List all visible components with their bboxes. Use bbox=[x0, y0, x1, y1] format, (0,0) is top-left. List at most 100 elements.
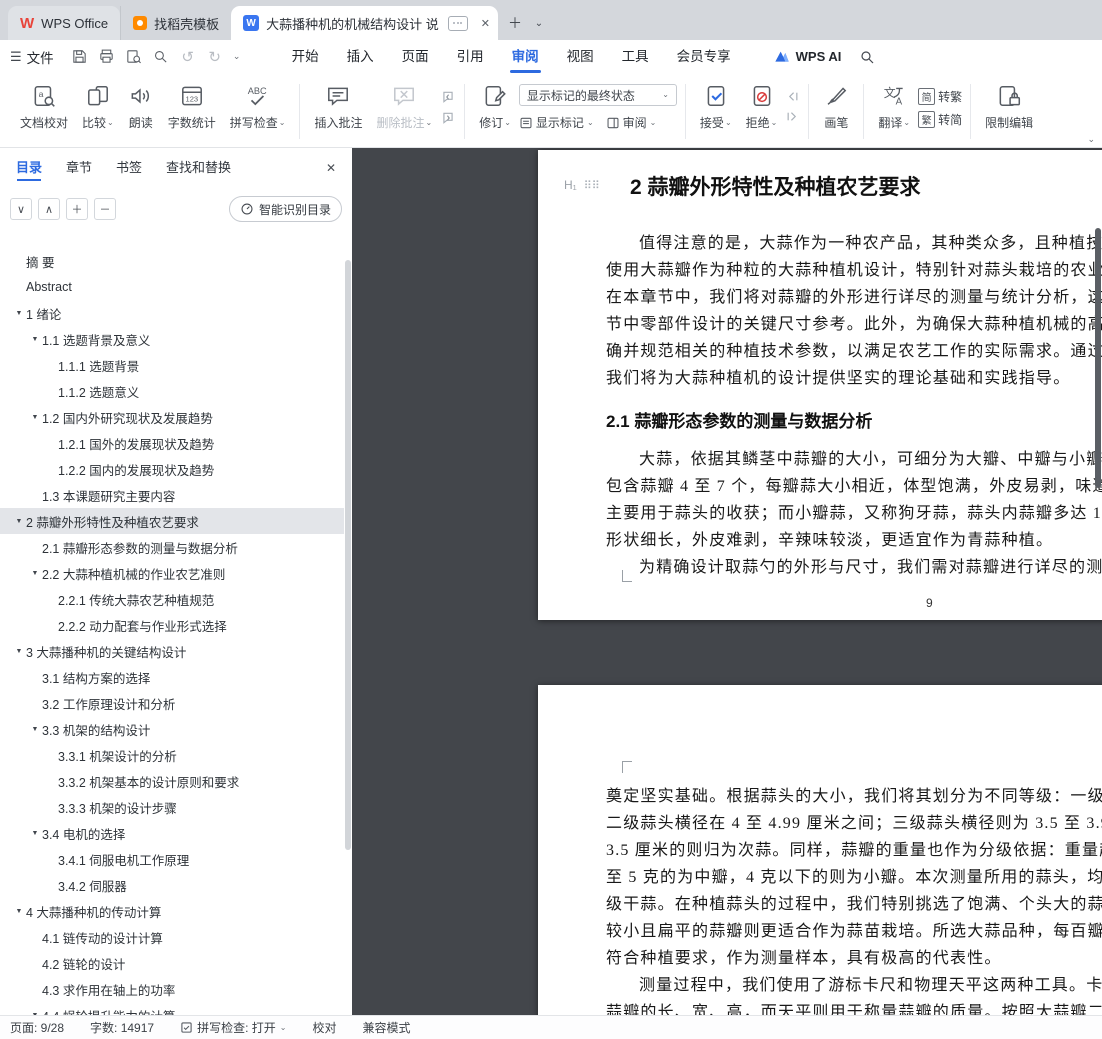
toc-item[interactable]: 3.2 工作原理设计和分析 bbox=[0, 690, 344, 716]
collapse-all-button[interactable]: ∨ bbox=[10, 198, 32, 220]
expand-triangle-icon[interactable]: ▼ bbox=[12, 310, 26, 317]
restrict-edit-button[interactable]: 限制编辑 bbox=[979, 78, 1039, 133]
spell-check-button[interactable]: ABC 拼写检查 ⌄ bbox=[224, 78, 292, 133]
expand-triangle-icon[interactable]: ▼ bbox=[28, 414, 42, 421]
read-aloud-button[interactable]: 朗读 bbox=[122, 78, 160, 133]
next-change-icon[interactable] bbox=[785, 110, 800, 123]
close-tab-icon[interactable]: ✕ bbox=[481, 17, 490, 30]
toc-item[interactable]: 3.4.1 伺服电机工作原理 bbox=[0, 846, 344, 872]
toc-item[interactable]: ▼ 2 蒜瓣外形特性及种植农艺要求 bbox=[0, 508, 344, 534]
print-button[interactable] bbox=[95, 45, 119, 69]
toc-item[interactable]: 3.4.2 伺服器 bbox=[0, 872, 344, 898]
toc-item[interactable]: 1.2.1 国外的发展现状及趋势 bbox=[0, 430, 344, 456]
menu-审阅[interactable]: 审阅 bbox=[498, 40, 553, 73]
toc-item[interactable]: ▼4.4 蜗轮提升能力的计算 bbox=[0, 1002, 344, 1016]
find-replace-button[interactable] bbox=[149, 45, 173, 69]
toc-item[interactable]: ▼ 1.2 国内外研究现状及发展趋势 bbox=[0, 404, 344, 430]
menu-视图[interactable]: 视图 bbox=[553, 40, 608, 73]
tab-wps-home[interactable]: W WPS Office bbox=[8, 6, 121, 40]
expand-triangle-icon[interactable]: ▼ bbox=[12, 648, 26, 655]
tab-list-button[interactable]: ⌄ bbox=[529, 10, 549, 36]
toc-item[interactable]: 1.2.2 国内的发展现状及趋势 bbox=[0, 456, 344, 482]
toc-item[interactable]: 4.3 求作用在轴上的功率 bbox=[0, 976, 344, 1002]
pen-button[interactable]: 画笔 bbox=[817, 78, 855, 133]
toc-item[interactable]: 2.1 蒜瓣形态参数的测量与数据分析 bbox=[0, 534, 344, 560]
word-count-button[interactable]: 123 字数统计 bbox=[162, 78, 222, 133]
toc-item[interactable]: 2.2.1 传统大蒜农艺种植规范 bbox=[0, 586, 344, 612]
status-proofread[interactable]: 校对 bbox=[312, 1019, 336, 1036]
accept-change-button[interactable]: 接受 ⌄ bbox=[694, 78, 738, 133]
sidebar-scrollbar[interactable] bbox=[345, 244, 351, 1009]
toc-item[interactable]: ▼ 3.3 机架的结构设计 bbox=[0, 716, 344, 742]
sidebar-tab-章节[interactable]: 章节 bbox=[66, 148, 92, 188]
zoom-out-button[interactable]: － bbox=[94, 198, 116, 220]
markup-state-select[interactable]: 显示标记的最终状态 ⌄ bbox=[518, 84, 677, 106]
close-panel-icon[interactable]: ✕ bbox=[326, 148, 336, 188]
heading-outline-handle[interactable]: H₁ ⠿⠿ bbox=[564, 178, 600, 192]
show-markup-button[interactable]: 显示标记 ⌄ bbox=[519, 114, 594, 131]
expand-triangle-icon[interactable]: ▼ bbox=[12, 518, 26, 525]
track-changes-button[interactable]: 修订 ⌄ bbox=[473, 78, 517, 133]
expand-triangle-icon[interactable]: ▼ bbox=[28, 336, 42, 343]
review-pane-button[interactable]: 审阅 ⌄ bbox=[606, 114, 656, 131]
toc-item[interactable]: ▼ 3.4 电机的选择 bbox=[0, 820, 344, 846]
smart-toc-button[interactable]: 智能识别目录 bbox=[228, 196, 342, 222]
insert-comment-button[interactable]: 插入批注 bbox=[308, 78, 368, 133]
sidebar-tab-查找和替换[interactable]: 查找和替换 bbox=[166, 148, 231, 188]
sidebar-tab-书签[interactable]: 书签 bbox=[116, 148, 142, 188]
toc-item[interactable]: 4.2 链轮的设计 bbox=[0, 950, 344, 976]
to-traditional-button[interactable]: 简 转繁 bbox=[918, 88, 962, 105]
previous-change-icon[interactable] bbox=[785, 90, 800, 103]
translate-button[interactable]: 文A 翻译 ⌄ bbox=[872, 78, 916, 133]
toc-item[interactable]: 1.1.1 选题背景 bbox=[0, 352, 344, 378]
status-page-indicator[interactable]: 页面: 9/28 bbox=[10, 1019, 64, 1036]
toc-item[interactable]: 4.1 链传动的设计计算 bbox=[0, 924, 344, 950]
delete-comment-button[interactable]: 删除批注 ⌄ bbox=[370, 78, 438, 133]
status-word-count[interactable]: 字数: 14917 bbox=[90, 1019, 154, 1036]
drag-handle-icon[interactable]: ⠿⠿ bbox=[584, 179, 600, 192]
doc-proofread-button[interactable]: a 文档校对 bbox=[14, 78, 74, 133]
toc-item[interactable]: 3.3.3 机架的设计步骤 bbox=[0, 794, 344, 820]
toc-item[interactable]: 1.3 本课题研究主要内容 bbox=[0, 482, 344, 508]
menu-插入[interactable]: 插入 bbox=[333, 40, 388, 73]
search-icon[interactable] bbox=[859, 49, 875, 65]
print-preview-button[interactable] bbox=[122, 45, 146, 69]
reject-change-button[interactable]: 拒绝 ⌄ bbox=[740, 78, 784, 133]
toc-item[interactable]: 3.3.1 机架设计的分析 bbox=[0, 742, 344, 768]
expand-triangle-icon[interactable]: ▼ bbox=[28, 570, 42, 577]
toc-item[interactable]: 1.1.2 选题意义 bbox=[0, 378, 344, 404]
menu-会员专享[interactable]: 会员专享 bbox=[663, 40, 745, 73]
document-page[interactable]: 奠定坚实基础。根据蒜头的大小，我们将其划分为不同等级：一级蒜 二级蒜头横径在 4 … bbox=[538, 685, 1102, 1015]
toc-item[interactable]: ▼ 2.2 大蒜种植机械的作业农艺准则 bbox=[0, 560, 344, 586]
save-button[interactable] bbox=[68, 45, 92, 69]
toc-item[interactable]: Abstract bbox=[0, 274, 344, 300]
menu-工具[interactable]: 工具 bbox=[608, 40, 663, 73]
next-comment-icon[interactable] bbox=[440, 111, 456, 125]
toc-item[interactable]: 3.1 结构方案的选择 bbox=[0, 664, 344, 690]
menu-引用[interactable]: 引用 bbox=[443, 40, 498, 73]
file-menu-button[interactable]: ☰ 文件 bbox=[10, 47, 54, 67]
toc-item[interactable]: ▼ 1.1 选题背景及意义 bbox=[0, 326, 344, 352]
tab-document[interactable]: W 大蒜播种机的机械结构设计 说 ✕ bbox=[231, 6, 498, 40]
status-spellcheck[interactable]: 拼写检查: 打开 ⌄ bbox=[180, 1019, 286, 1036]
document-scrollbar-thumb[interactable] bbox=[1095, 228, 1101, 488]
status-compat-mode[interactable]: 兼容模式 bbox=[362, 1019, 410, 1036]
expand-all-button[interactable]: ∧ bbox=[38, 198, 60, 220]
expand-triangle-icon[interactable]: ▼ bbox=[28, 830, 42, 837]
zoom-in-button[interactable]: ＋ bbox=[66, 198, 88, 220]
document-page[interactable]: H₁ ⠿⠿ 2 蒜瓣外形特性及种植农艺要求 值得注意的是，大蒜作为一种农产品，其… bbox=[538, 150, 1102, 620]
expand-triangle-icon[interactable]: ▼ bbox=[12, 908, 26, 915]
wps-ai-button[interactable]: WPS AI bbox=[773, 49, 841, 65]
toc-item[interactable]: 3.3.2 机架基本的设计原则和要求 bbox=[0, 768, 344, 794]
undo-button[interactable]: ↺ bbox=[176, 45, 200, 69]
new-tab-button[interactable]: ＋ bbox=[502, 10, 528, 36]
toc-item[interactable]: 2.2.2 动力配套与作业形式选择 bbox=[0, 612, 344, 638]
sidebar-tab-目录[interactable]: 目录 bbox=[16, 148, 42, 188]
qat-more-icon[interactable]: ⌄ bbox=[230, 51, 244, 62]
redo-button[interactable]: ↻ bbox=[203, 45, 227, 69]
previous-comment-icon[interactable] bbox=[440, 90, 456, 104]
sidebar-scrollbar-thumb[interactable] bbox=[345, 260, 351, 850]
tab-template-store[interactable]: 找稻壳模板 bbox=[120, 6, 231, 40]
toc-item[interactable]: ▼ 3 大蒜播种机的关键结构设计 bbox=[0, 638, 344, 664]
compare-button[interactable]: 比较 ⌄ bbox=[76, 78, 120, 133]
